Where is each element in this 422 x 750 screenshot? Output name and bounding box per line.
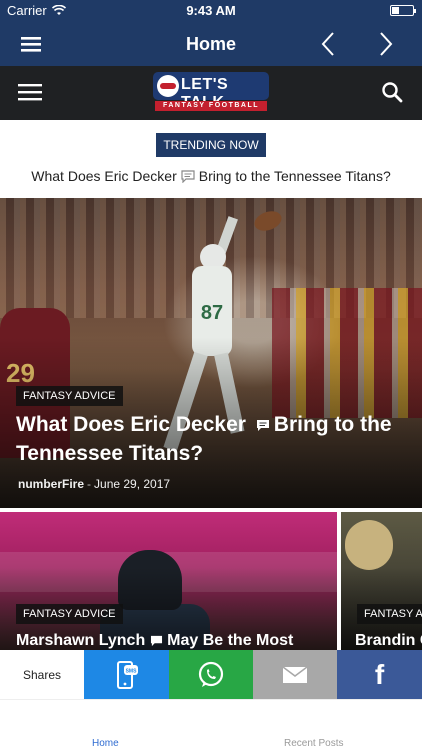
feature-category-tag[interactable]: FANTASY ADVICE (16, 386, 123, 406)
forward-button[interactable] (371, 30, 401, 58)
trending-section: TRENDING NOW What Does Eric Decker Bring… (0, 120, 422, 198)
status-bar: Carrier 9:43 AM (0, 0, 422, 22)
meta-separator: - (87, 477, 92, 491)
search-icon (382, 82, 403, 103)
story-title: Marshawn Lynch May Be the Most (16, 632, 293, 650)
chevron-left-icon (321, 32, 334, 56)
trending-headline-part1: What Does Eric Decker (31, 168, 177, 184)
story-card[interactable]: FANTASY ADVICE Marshawn Lynch May Be the… (0, 512, 337, 650)
story-gradient (341, 512, 422, 650)
nav-title: Home (185, 34, 236, 54)
svg-text:SMS: SMS (125, 668, 137, 674)
comment-icon (181, 169, 195, 183)
sms-share-button[interactable]: SMS (84, 650, 169, 699)
story-category-tag[interactable]: FANTASY ADVICE (357, 604, 422, 624)
trending-headline-link[interactable]: What Does Eric Decker Bring to the Tenne… (0, 168, 422, 184)
mail-icon (282, 665, 308, 683)
shares-label: Shares (0, 650, 84, 699)
app-header: LET'S TALK FANTASY FOOTBALL (0, 66, 422, 120)
app-menu-button[interactable] (15, 78, 45, 106)
trending-badge: TRENDING NOW (156, 133, 266, 157)
story-title-part2: May Be the Most (167, 632, 294, 649)
logo-emblem-icon (157, 75, 179, 97)
story-gradient (0, 512, 337, 650)
sms-phone-icon: SMS (116, 660, 138, 689)
facebook-icon: f (374, 658, 385, 690)
story-category-tag[interactable]: FANTASY ADVICE (16, 604, 123, 624)
hamburger-icon (18, 84, 42, 101)
feature-author[interactable]: numberFire (18, 477, 84, 491)
trending-headline-part2: Bring to the Tennessee Titans? (198, 168, 391, 184)
top-bar: Carrier 9:43 AM Home (0, 0, 422, 66)
app-screen: Carrier 9:43 AM Home LET'S FANTASY FOOTB… (0, 0, 422, 750)
feature-meta: numberFire - June 29, 2017 (18, 477, 170, 491)
feature-date: June 29, 2017 (94, 477, 171, 491)
comment-icon (256, 419, 269, 431)
story-title-part1: Marshawn Lynch (16, 632, 146, 649)
tab-bar: Home Recent Posts (0, 699, 422, 750)
logo-subtitle: FANTASY FOOTBALL (155, 101, 267, 111)
search-button[interactable] (377, 78, 407, 106)
app-logo[interactable]: LET'S TALK FANTASY FOOTBALL (153, 72, 269, 114)
logo-plate: LET'S TALK (153, 72, 269, 111)
whatsapp-share-button[interactable] (169, 650, 253, 699)
share-bar: Shares SMS f (0, 650, 422, 699)
comment-icon (150, 635, 162, 646)
chevron-right-icon (380, 32, 393, 56)
facebook-share-button[interactable]: f (337, 650, 422, 699)
story-card[interactable]: FANTASY ADVICE Brandin C (341, 512, 422, 650)
status-time: 9:43 AM (186, 3, 236, 18)
tab-home[interactable]: Home (92, 738, 119, 749)
back-button[interactable] (313, 30, 343, 58)
story-title: Brandin C (355, 632, 422, 649)
battery-icon (390, 5, 416, 16)
feature-title[interactable]: What Does Eric Decker Bring to the Tenne… (16, 410, 408, 468)
nav-bar: Home (0, 22, 422, 66)
whatsapp-icon (198, 661, 224, 687)
email-share-button[interactable] (253, 650, 337, 699)
feature-story[interactable]: 29 87 FANTASY ADVICE What Does Eric Deck… (0, 198, 422, 508)
tab-recent-posts[interactable]: Recent Posts (284, 738, 343, 749)
feature-title-part1: What Does Eric Decker (16, 413, 246, 436)
